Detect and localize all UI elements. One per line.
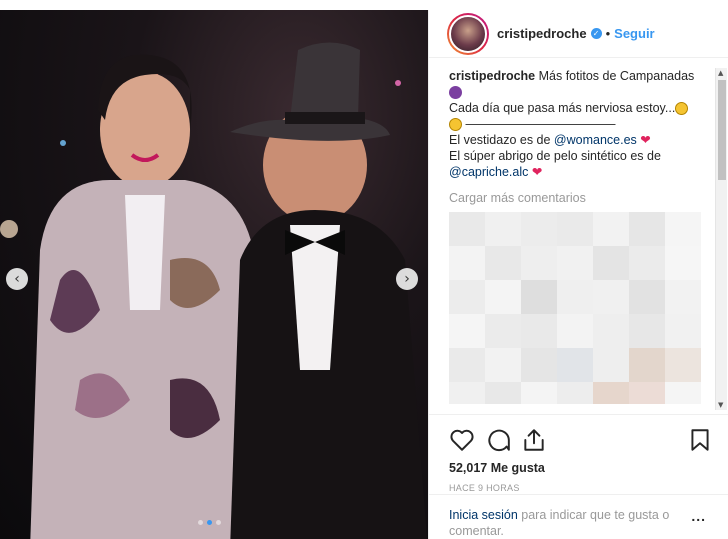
comments-scrollbar[interactable]: ▲ ▼ [715,68,727,410]
post-photo[interactable]: ‹ › [0,10,428,539]
scream-emoji-icon [675,102,689,116]
carousel-dot [216,520,221,525]
person-left [30,54,255,539]
heart-emoji-icon: ❤ [531,165,543,179]
comments-section: cristipedroche Más fotitos de Campanadas… [449,68,711,404]
load-more-comments-button[interactable]: Cargar más comentarios [449,190,711,206]
comment-icon[interactable] [485,427,511,453]
login-prompt: Inicia sesión para indicar que te gusta … [429,494,728,539]
mention-caprichealc[interactable]: @capriche.alc [449,165,528,179]
scroll-up-icon[interactable]: ▲ [718,69,723,77]
person-right [230,42,428,539]
header-username[interactable]: cristipedroche [497,26,587,41]
bokeh-light [0,220,18,238]
avatar[interactable] [447,12,489,55]
likes-count[interactable]: 52,017 Me gusta [449,461,713,475]
carousel-dot [198,520,203,525]
carousel-dots [198,520,221,525]
heart-icon[interactable] [449,427,475,453]
caption-divider: ———————————— [465,117,616,131]
caption-coat-text: El súper abrigo de pelo sintético es de [449,149,661,163]
action-icons [449,427,713,453]
scroll-down-icon[interactable]: ▼ [718,401,723,409]
grapes-emoji-icon [449,86,462,100]
caption-line1: Más fotitos de Campanadas [538,69,695,83]
carousel-dot-active [207,520,212,525]
header-separator: • [605,26,611,41]
post-actions: 52,017 Me gusta HACE 9 HORAS [429,414,728,493]
post-panel: cristipedroche ✓ • Seguir cristipedroche… [428,10,728,539]
caption-dress-text: El vestidazo es de [449,133,554,147]
login-link[interactable]: Inicia sesión [449,508,518,522]
bookmark-icon[interactable] [687,427,713,453]
caption-username[interactable]: cristipedroche [449,69,535,83]
more-icon[interactable]: ... [691,508,706,524]
mention-womance[interactable]: @womance.es [554,133,637,147]
caption-line2: Cada día que pasa más nerviosa estoy... [449,101,676,115]
blurred-comments [449,212,711,404]
verified-icon: ✓ [590,28,602,39]
scrollbar-thumb[interactable] [718,80,726,180]
share-icon[interactable] [521,427,547,453]
chevron-right-icon[interactable]: › [396,268,418,290]
scream-emoji-icon [449,118,462,132]
post-header: cristipedroche ✓ • Seguir [429,10,728,58]
follow-button[interactable]: Seguir [614,26,654,41]
post-timestamp: HACE 9 HORAS [449,483,520,493]
caption: cristipedroche Más fotitos de Campanadas… [449,68,711,180]
heart-emoji-icon: ❤ [640,133,651,147]
chevron-left-icon[interactable]: ‹ [6,268,28,290]
